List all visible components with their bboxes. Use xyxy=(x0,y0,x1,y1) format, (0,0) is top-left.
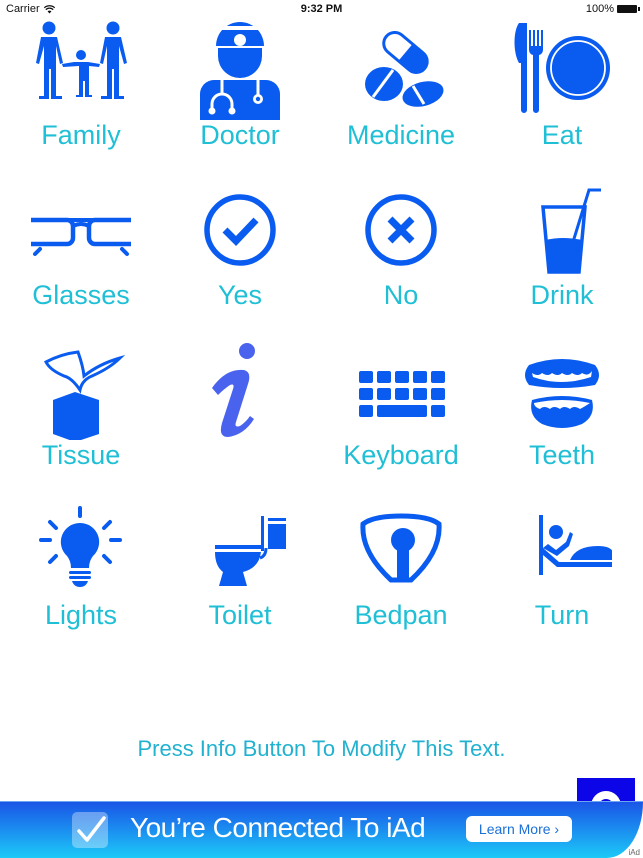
tile-drink[interactable]: Drink xyxy=(482,168,642,328)
tile-label: Medicine xyxy=(346,120,456,150)
tile-label: Eat xyxy=(541,120,583,150)
tile-label: No xyxy=(383,280,419,310)
tile-label: Doctor xyxy=(200,120,280,150)
tile-label: Turn xyxy=(534,600,590,630)
learn-more-button[interactable]: Learn More › xyxy=(466,816,572,842)
tile-eat[interactable]: Eat xyxy=(482,8,642,168)
tissue-icon xyxy=(31,340,131,440)
keyboard-icon xyxy=(351,340,451,440)
iad-tag: iAd xyxy=(628,848,640,857)
doctor-icon xyxy=(190,20,290,120)
tile-medicine[interactable]: Medicine xyxy=(321,8,481,168)
tile-label: Lights xyxy=(44,600,118,630)
tile-bedpan[interactable]: Bedpan xyxy=(321,488,481,648)
tile-tissue[interactable]: Tissue xyxy=(1,328,161,488)
tile-label: Family xyxy=(41,120,121,150)
info-button[interactable] xyxy=(160,328,320,488)
eat-icon xyxy=(512,20,612,120)
family-icon xyxy=(31,20,131,120)
tile-toilet[interactable]: Toilet xyxy=(160,488,320,648)
tile-teeth[interactable]: Teeth xyxy=(482,328,642,488)
medicine-icon xyxy=(351,20,451,120)
tile-turn[interactable]: Turn xyxy=(482,488,642,648)
tile-doctor[interactable]: Doctor xyxy=(160,8,320,168)
toilet-icon xyxy=(190,500,290,600)
checkbox-icon xyxy=(72,812,108,848)
tile-label: Tissue xyxy=(41,440,121,470)
tile-family[interactable]: Family xyxy=(1,8,161,168)
tile-label: Keyboard xyxy=(343,440,459,470)
tile-label: Drink xyxy=(530,280,594,310)
message-text: Press Info Button To Modify This Text. xyxy=(137,736,506,761)
tile-label: Toilet xyxy=(208,600,272,630)
iad-banner[interactable]: You’re Connected To iAd Learn More › iAd xyxy=(0,801,643,858)
tile-lights[interactable]: Lights xyxy=(1,488,161,648)
x-circle-icon xyxy=(351,180,451,280)
tile-label: Glasses xyxy=(32,280,130,310)
glasses-icon xyxy=(31,180,131,280)
tile-yes[interactable]: Yes xyxy=(160,168,320,328)
tile-label: Teeth xyxy=(528,440,596,470)
lightbulb-icon xyxy=(31,500,131,600)
bedpan-icon xyxy=(351,500,451,600)
tile-label: Yes xyxy=(217,280,263,310)
info-icon xyxy=(190,340,290,440)
tile-no[interactable]: No xyxy=(321,168,481,328)
check-circle-icon xyxy=(190,180,290,280)
bed-icon xyxy=(512,500,612,600)
tile-label: Bedpan xyxy=(354,600,448,630)
tile-keyboard[interactable]: Keyboard xyxy=(321,328,481,488)
ad-title: You’re Connected To iAd xyxy=(130,812,426,843)
teeth-icon xyxy=(512,340,612,440)
tile-glasses[interactable]: Glasses xyxy=(1,168,161,328)
drink-icon xyxy=(512,180,612,280)
